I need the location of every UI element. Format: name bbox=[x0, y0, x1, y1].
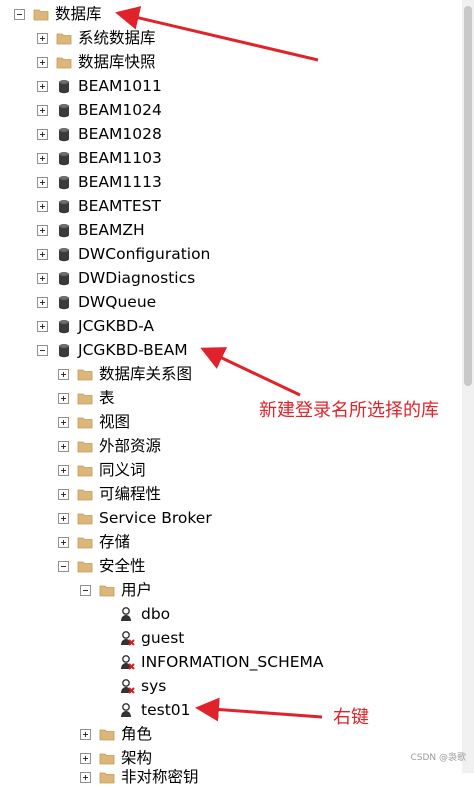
watermark: CSDN @袅歌 bbox=[410, 753, 466, 763]
annotation-note-selected-db: 新建登录名所选择的库 bbox=[259, 400, 439, 421]
arrow-to-selected-db bbox=[200, 347, 301, 397]
annotation-note-right-click: 右键 bbox=[333, 707, 369, 728]
expand-icon[interactable] bbox=[80, 771, 91, 783]
annotation-arrows bbox=[115, 6, 323, 722]
arrow-to-databases bbox=[115, 6, 319, 62]
arrow-to-test01 bbox=[195, 697, 323, 722]
